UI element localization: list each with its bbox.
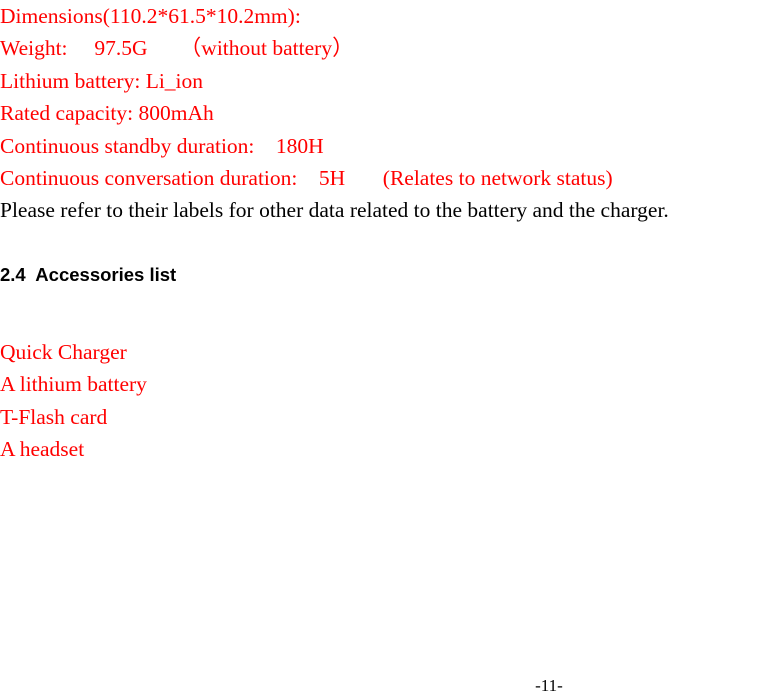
page-number-value: -11- xyxy=(535,676,563,695)
accessory-item-headset: A headset xyxy=(0,436,85,461)
battery-specifications-block: Dimensions(110.2*61.5*10.2mm): Weight: 9… xyxy=(0,0,776,227)
section-heading-accessories-list: 2.4 Accessories list xyxy=(0,264,177,285)
spec-note-labels-reference: Please refer to their labels for other d… xyxy=(0,198,669,223)
spec-line-weight: Weight: 97.5G （without battery） xyxy=(0,36,354,61)
spec-line-rated-capacity: Rated capacity: 800mAh xyxy=(0,101,214,126)
accessory-item-lithium-battery: A lithium battery xyxy=(0,372,147,397)
accessory-item-quick-charger: Quick Charger xyxy=(0,340,127,364)
spec-line-conversation-duration: Continuous conversation duration: 5H (Re… xyxy=(0,165,613,190)
spec-line-dimensions: Dimensions(110.2*61.5*10.2mm): xyxy=(0,4,301,28)
spec-line-lithium-battery: Lithium battery: Li_ion xyxy=(0,68,204,93)
page-number-footer: -11- xyxy=(0,676,776,696)
document-page: Dimensions(110.2*61.5*10.2mm): Weight: 9… xyxy=(0,0,776,699)
accessory-item-t-flash-card: T-Flash card xyxy=(0,404,108,429)
accessories-list: Quick Charger A lithium battery T-Flash … xyxy=(0,336,776,465)
spec-line-standby-duration: Continuous standby duration: 180H xyxy=(0,133,324,158)
